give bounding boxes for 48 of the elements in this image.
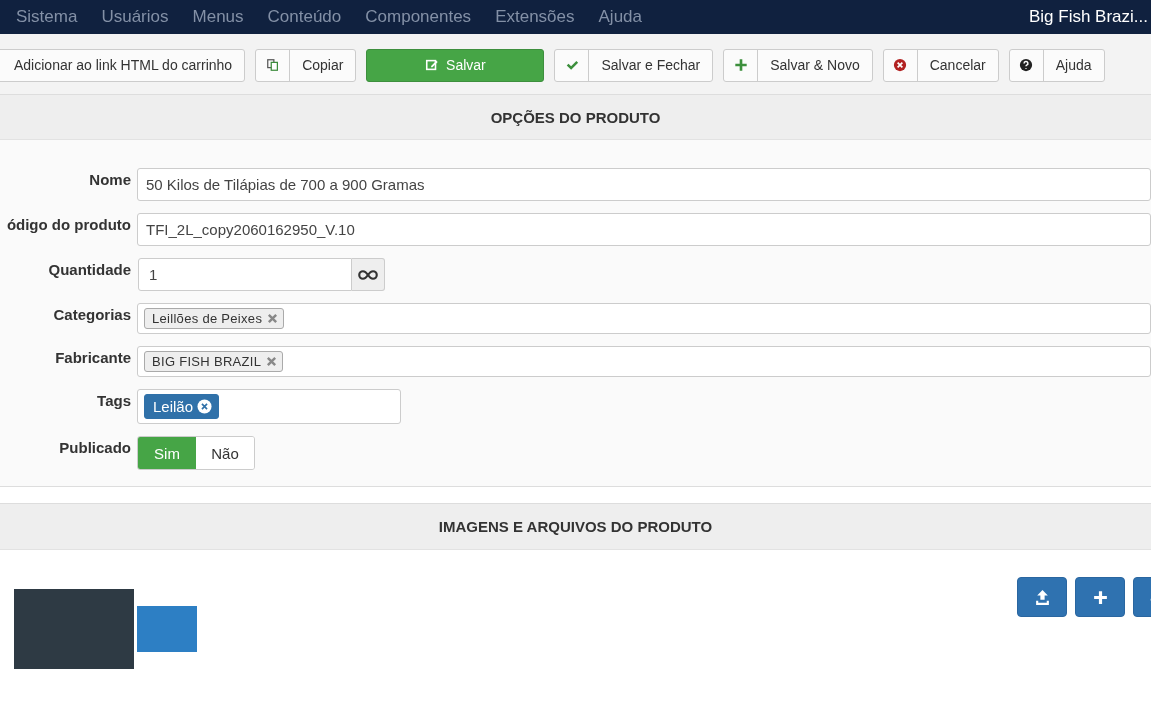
tag-field[interactable]: Leilão [137, 389, 401, 424]
field-label: Publicado [58, 438, 131, 456]
section-title: IMAGENS E ARQUIVOS DO PRODUTO [438, 518, 713, 535]
chip-field[interactable]: Leillões de Peixes [137, 303, 1151, 334]
toolbar-button[interactable]: Cancelar [882, 48, 999, 82]
input-field[interactable]: TFI_2L_copy2060162950_V.10 [137, 213, 1151, 246]
toolbar-button[interactable]: Adicionar ao link HTML do carrinho [0, 48, 246, 82]
infinity-icon [358, 269, 378, 280]
input-field[interactable]: 1 [138, 258, 352, 291]
chip[interactable]: BIG FISH BRAZIL [144, 351, 284, 372]
remove-icon[interactable] [265, 355, 279, 368]
copy-icon [265, 58, 280, 72]
menu-item[interactable]: Conteúdo [267, 7, 342, 27]
check-icon [564, 58, 579, 72]
site-title[interactable]: Big Fish Brazi... [1028, 7, 1151, 27]
help-icon [1019, 58, 1034, 72]
chip[interactable]: Leillões de Peixes [144, 308, 285, 329]
field-label: Quantidade [47, 260, 131, 278]
field-label: Nome [88, 170, 131, 188]
upload-icon [1033, 588, 1051, 606]
chip-field[interactable]: BIG FISH BRAZIL [137, 346, 1151, 377]
menu-item[interactable]: Sistema [16, 7, 78, 27]
edit-icon [425, 58, 440, 72]
menu-item[interactable]: Menus [192, 7, 244, 27]
field-label: Categorias [52, 305, 131, 323]
tag-chip[interactable]: Leilão [144, 394, 220, 419]
remove-icon[interactable] [197, 399, 213, 414]
field-label: Tags [96, 391, 131, 409]
cancel-icon [893, 58, 908, 72]
infinity-button[interactable] [352, 258, 385, 291]
field-label: Fabricante [54, 348, 131, 366]
toolbar-button[interactable]: Salvar & Novo [723, 48, 873, 82]
field-label: ódigo do produto [5, 215, 131, 233]
menu-item[interactable]: Componentes [365, 7, 472, 27]
remove-icon[interactable] [266, 312, 280, 325]
toolbar-button[interactable]: Ajuda [1008, 48, 1105, 82]
toolbar-button[interactable]: Copiar [255, 48, 357, 82]
input-field[interactable]: 50 Kilos de Tilápias de 700 a 900 Gramas [137, 168, 1151, 201]
plus-icon [1091, 588, 1109, 606]
section-title: OPÇÕES DO PRODUTO [490, 108, 661, 126]
toggle-option[interactable]: Não [196, 437, 254, 469]
plus-icon [733, 58, 748, 72]
menu-item[interactable]: Usuários [101, 7, 169, 27]
toolbar-button[interactable]: Salvar e Fechar [554, 48, 714, 82]
upload-button[interactable] [1017, 577, 1067, 617]
menu-item[interactable]: Extensões [495, 7, 575, 27]
menu-item[interactable]: Ajuda [598, 7, 642, 27]
add-button[interactable] [1075, 577, 1125, 617]
